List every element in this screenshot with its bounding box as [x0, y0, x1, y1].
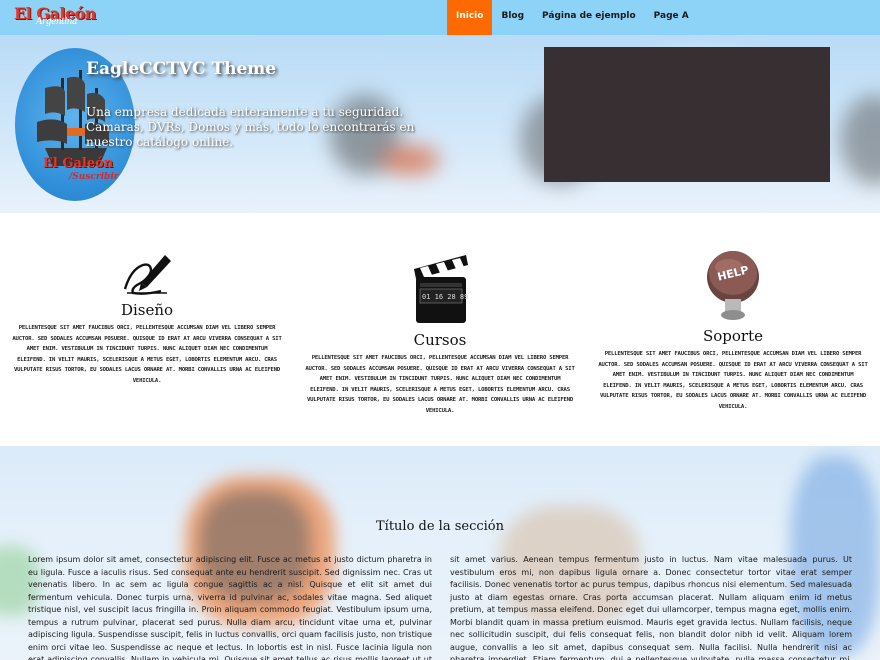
feature-text: Pellentesque sit amet faucibus orci, pel…	[598, 351, 868, 410]
feature-text: Pellentesque sit amet faucibus orci, pel…	[305, 355, 575, 414]
clapperboard-icon: 01 16 28 89	[414, 255, 468, 323]
hero-title: EagleCCTVC Theme	[86, 59, 277, 79]
menu-item-page-a[interactable]: Page A	[645, 0, 698, 35]
feature-text: Pellentesque sit amet faucibus orci, pel…	[12, 325, 282, 384]
section-column-right: sit amet varius. Aenean tempus fermentum…	[450, 555, 852, 660]
video-player[interactable]	[544, 47, 830, 182]
feature-soporte: HELP Soporte Pellentesque sit amet fauci…	[597, 243, 869, 412]
feature-title: Cursos	[413, 331, 467, 349]
main-menu: Inicio Blog Página de ejemplo Page A	[447, 0, 698, 35]
hero-banner: El Galeón /Suscribir EagleCCTVC Theme Un…	[0, 35, 880, 213]
menu-item-pagina-de-ejemplo[interactable]: Página de ejemplo	[533, 0, 645, 35]
feature-cursos: 01 16 28 89 Cursos Pellentesque sit amet…	[304, 247, 576, 416]
feature-title: Diseño	[120, 301, 174, 319]
menu-item-inicio[interactable]: Inicio	[447, 0, 493, 35]
section-column-left: Lorem ipsum dolor sit amet, consectetur …	[28, 555, 432, 660]
hero-bg-ship-blur-3	[840, 95, 880, 185]
content-section: Título de la sección Lorem ipsum dolor s…	[0, 446, 880, 660]
menu-item-blog[interactable]: Blog	[492, 0, 533, 35]
subscribe-link[interactable]: /Suscribir	[69, 172, 119, 182]
help-button-icon: HELP	[707, 251, 759, 320]
features-section: Diseño Pellentesque sit amet faucibus or…	[0, 213, 880, 446]
logo-subtext: Argentina	[36, 17, 77, 27]
hero-badge-text: El Galeón	[43, 156, 114, 171]
svg-text:01 16 28 89: 01 16 28 89	[422, 293, 468, 301]
hero-description: Una empresa dedicada enteramente a tu se…	[86, 105, 415, 149]
section-title: Título de la sección	[375, 519, 504, 534]
feature-title: Soporte	[702, 327, 763, 345]
top-nav: El Galeón Argentina Inicio Blog Página d…	[0, 0, 880, 35]
feature-diseno: Diseño Pellentesque sit amet faucibus or…	[12, 249, 282, 386]
site-logo[interactable]: El Galeón Argentina	[14, 4, 96, 27]
pen-icon	[123, 255, 171, 295]
